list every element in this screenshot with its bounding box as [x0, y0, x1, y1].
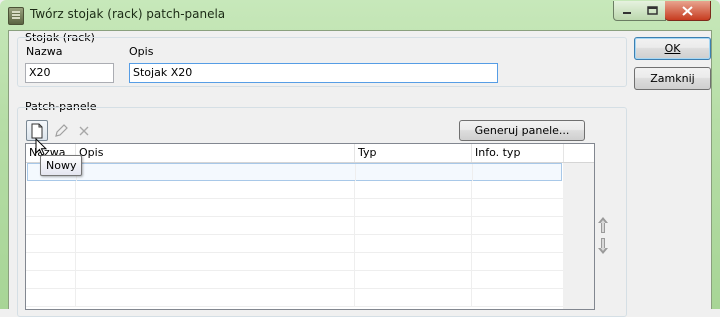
new-document-icon — [31, 123, 43, 138]
edit-button[interactable] — [50, 120, 72, 141]
table-row[interactable] — [26, 217, 563, 235]
arrow-up-icon — [598, 217, 608, 233]
row-cell-divider — [75, 235, 76, 252]
row-cell-divider — [354, 235, 355, 252]
row-cell-divider — [471, 271, 472, 288]
generate-panels-button-label: Generuj panele... — [474, 124, 570, 137]
close-button[interactable]: Zamknij — [634, 67, 711, 90]
close-window-button[interactable] — [665, 1, 711, 21]
row-cell-divider — [471, 217, 472, 234]
window-title: Twórz stojak (rack) patch-panela — [30, 7, 226, 21]
row-cell-divider — [354, 271, 355, 288]
description-label: Opis — [129, 45, 154, 58]
column-header-type[interactable]: Typ — [355, 144, 472, 162]
row-cell-divider — [354, 289, 355, 306]
row-cell-divider — [75, 289, 76, 306]
pencil-icon — [55, 123, 68, 137]
move-down-button[interactable] — [596, 237, 610, 255]
delete-button[interactable] — [73, 120, 95, 141]
maximize-button[interactable] — [639, 1, 666, 21]
dialog-window: Twórz stojak (rack) patch-panela Stojak … — [0, 0, 720, 317]
column-header-type-info[interactable]: Info. typ — [472, 144, 564, 162]
ok-button[interactable]: OK — [634, 37, 711, 60]
row-cell-divider — [471, 235, 472, 252]
grid-rows — [26, 163, 563, 307]
rack-description-input[interactable]: Stojak X20 — [129, 63, 498, 83]
row-cell-divider — [472, 164, 473, 181]
row-cell-divider — [354, 199, 355, 216]
row-cell-divider — [354, 253, 355, 270]
row-cell-divider — [75, 199, 76, 216]
minimize-button[interactable] — [613, 1, 641, 21]
row-cell-divider — [471, 253, 472, 270]
row-cell-divider — [354, 217, 355, 234]
title-bar[interactable]: Twórz stojak (rack) patch-panela — [0, 0, 720, 30]
close-button-label: Zamknij — [650, 72, 695, 85]
name-label: Nazwa — [26, 45, 63, 58]
delete-x-icon — [79, 126, 89, 135]
rack-app-icon — [8, 7, 24, 25]
table-row[interactable] — [26, 253, 563, 271]
new-button-tooltip: Nowy — [40, 155, 83, 176]
ok-button-label: OK — [664, 42, 681, 55]
row-cell-divider — [75, 271, 76, 288]
table-row[interactable] — [26, 181, 563, 199]
arrow-down-icon — [598, 238, 608, 254]
row-cell-divider — [75, 253, 76, 270]
row-cell-divider — [471, 181, 472, 198]
grid-empty-scroll-area — [563, 163, 594, 309]
dialog-client-area: Stojak (rack) Nazwa X20 Opis Stojak X20 … — [8, 30, 712, 317]
close-icon — [682, 5, 693, 16]
mouse-cursor-icon — [35, 138, 47, 156]
generate-panels-button[interactable]: Generuj panele... — [459, 120, 585, 141]
column-header-description[interactable]: Opis — [76, 144, 355, 162]
row-cell-divider — [471, 289, 472, 306]
table-row[interactable] — [26, 271, 563, 289]
table-row[interactable] — [27, 163, 562, 181]
patch-panels-grid[interactable]: Nazwa Opis Typ Info. typ — [25, 143, 595, 310]
move-up-button[interactable] — [596, 216, 610, 234]
row-cell-divider — [354, 181, 355, 198]
table-row[interactable] — [26, 235, 563, 253]
table-row[interactable] — [26, 289, 563, 307]
minimize-icon — [623, 11, 631, 14]
maximize-icon — [646, 6, 658, 15]
row-cell-divider — [471, 199, 472, 216]
row-cell-divider — [355, 164, 356, 181]
rack-name-input[interactable]: X20 — [25, 63, 114, 83]
row-cell-divider — [75, 181, 76, 198]
row-cell-divider — [75, 217, 76, 234]
grid-header: Nazwa Opis Typ Info. typ — [26, 144, 594, 163]
table-row[interactable] — [26, 199, 563, 217]
